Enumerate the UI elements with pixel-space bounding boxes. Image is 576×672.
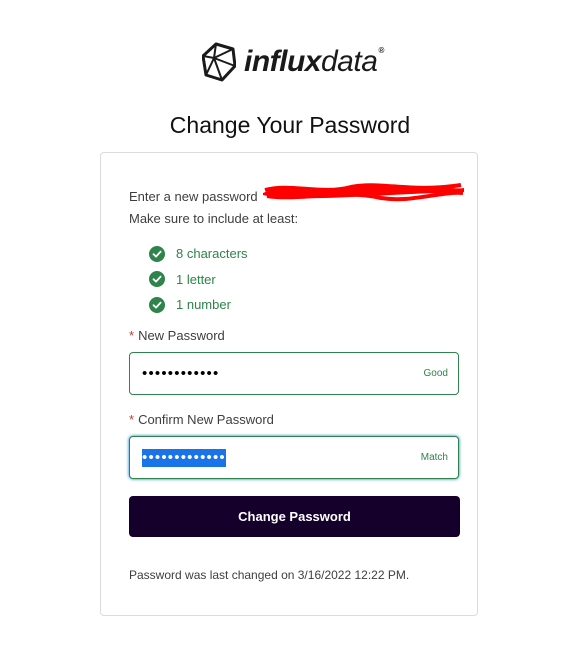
registered-mark: ® [378,46,384,55]
confirm-password-label-text: Confirm New Password [138,412,274,427]
logo-wordmark-bold: influx [244,45,322,78]
influxdata-logo: influxdata® [202,40,384,84]
intro-line-requirements: Make sure to include at least: [129,211,299,226]
requirement-label: 8 characters [176,246,248,262]
page-title: Change Your Password [169,112,411,138]
confirm-password-label: * Confirm New Password [129,412,274,427]
logo-wordmark-light: data [321,45,378,78]
logo-wordmark: influxdata® [244,47,384,77]
new-password-value: •••••••••••• [142,365,220,382]
confirm-password-value: ••••••••••••• [142,449,226,467]
check-circle-icon [149,296,165,313]
requirement-item: 8 characters [149,241,248,267]
redaction-scribble [263,183,464,202]
last-changed-text: Password was last changed on 3/16/2022 1… [129,568,410,582]
influxdata-logo-icon [202,42,236,82]
required-asterisk: * [129,412,135,427]
required-asterisk: * [129,328,135,343]
requirement-label: 1 letter [176,271,216,287]
password-requirements-list: 8 characters 1 letter 1 number [149,241,248,318]
new-password-label: * New Password [129,328,225,343]
new-password-label-text: New Password [138,328,225,343]
password-strength-indicator: Good [423,368,448,379]
check-circle-icon [149,271,165,288]
change-password-card: Enter a new password Make sure to includ… [100,152,478,616]
check-circle-icon [149,245,165,262]
confirm-password-field[interactable]: ••••••••••••• Match [129,436,459,479]
change-password-button[interactable]: Change Password [129,496,460,537]
requirement-item: 1 number [149,292,248,318]
password-match-indicator: Match [420,452,448,463]
requirement-item: 1 letter [149,267,248,293]
requirement-label: 1 number [176,297,231,313]
new-password-field[interactable]: •••••••••••• Good [129,352,459,395]
